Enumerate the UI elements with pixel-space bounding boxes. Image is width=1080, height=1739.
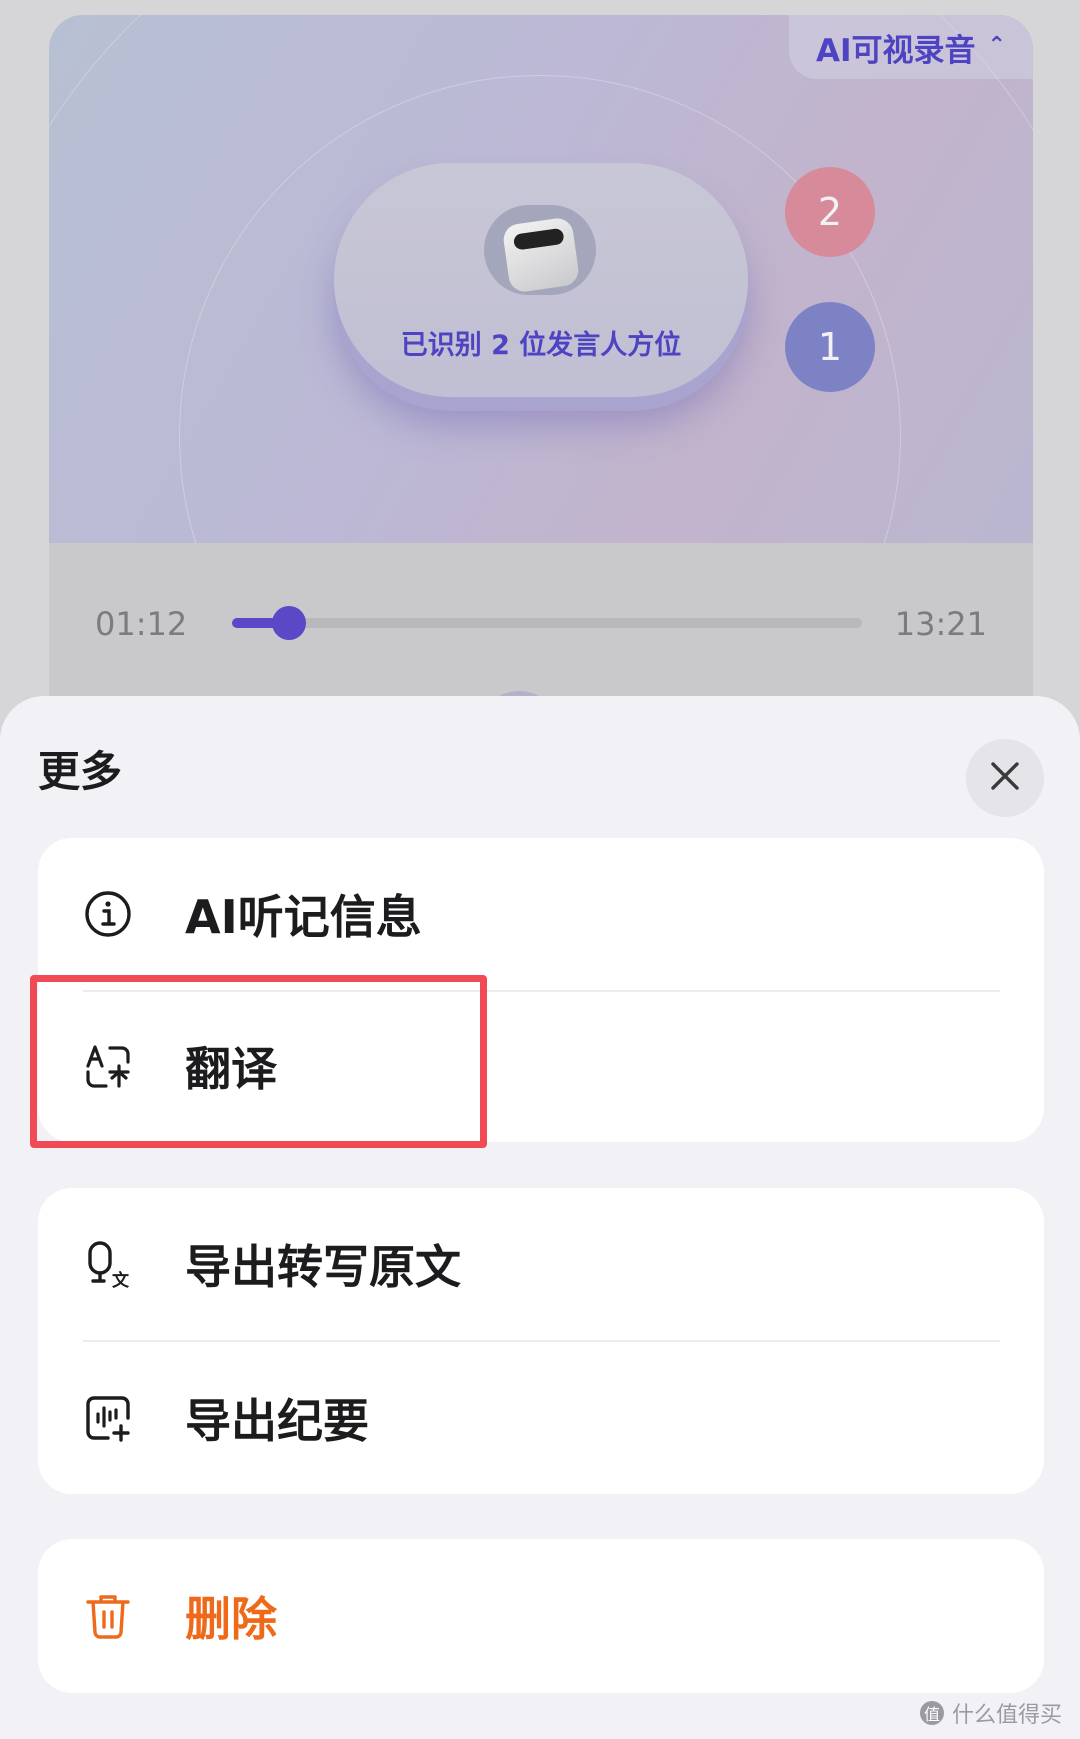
ai-visual-recording-toggle[interactable]: AI可视录音 ⌃ <box>789 15 1033 79</box>
menu-item-label: 导出转写原文 <box>185 1240 461 1294</box>
svg-text:文: 文 <box>112 1270 130 1288</box>
action-group-export: 文 导出转写原文 导出纪要 <box>38 1188 1044 1494</box>
current-time: 01:12 <box>95 605 188 643</box>
speaker-recognition-pill: 已识别 2 位发言人方位 <box>334 163 748 397</box>
trash-icon <box>84 1592 132 1640</box>
watermark-badge: 值 <box>919 1701 944 1725</box>
close-button[interactable] <box>966 739 1044 817</box>
menu-item-label: AI听记信息 <box>185 890 422 944</box>
menu-item-label: 删除 <box>185 1592 277 1646</box>
sheet-title: 更多 <box>38 747 123 796</box>
watermark: 值 什么值得买 <box>919 1697 1062 1729</box>
recording-card: AI可视录音 ⌃ 已识别 2 位发言人方位 2 1 01:12 13:21 <box>49 15 1033 755</box>
menu-item-label: 导出纪要 <box>185 1394 369 1448</box>
translate-highlight-box <box>30 975 487 1148</box>
menu-item-export-transcript[interactable]: 文 导出转写原文 <box>38 1188 1044 1340</box>
export-transcript-icon: 文 <box>84 1240 132 1291</box>
menu-item-ai-info[interactable]: AI听记信息 <box>38 838 1044 990</box>
ai-tag-label: AI可视录音 <box>816 32 976 69</box>
chevron-up-icon: ⌃ <box>987 32 1006 58</box>
menu-item-delete[interactable]: 删除 <box>38 1539 1044 1693</box>
total-time: 13:21 <box>894 605 987 643</box>
speaker-status-text: 已识别 2 位发言人方位 <box>400 330 682 361</box>
speaker-badge-1[interactable]: 1 <box>785 302 875 392</box>
recorder-device-image <box>484 205 596 295</box>
speaker-visualization: AI可视录音 ⌃ 已识别 2 位发言人方位 2 1 <box>49 15 1033 755</box>
progress-knob[interactable] <box>271 606 306 640</box>
watermark-text: 什么值得买 <box>951 1703 1062 1728</box>
more-actions-sheet: 更多 AI听记信息 翻译 文 导出转写原文 导出纪要 删除 <box>0 696 1080 1739</box>
speaker-badge-2[interactable]: 2 <box>785 167 875 257</box>
export-summary-icon <box>84 1394 132 1442</box>
progress-slider[interactable] <box>232 606 862 640</box>
menu-item-export-summary[interactable]: 导出纪要 <box>38 1342 1044 1494</box>
action-group-delete: 删除 <box>38 1539 1044 1693</box>
info-icon <box>84 890 132 938</box>
close-icon <box>988 759 1022 797</box>
